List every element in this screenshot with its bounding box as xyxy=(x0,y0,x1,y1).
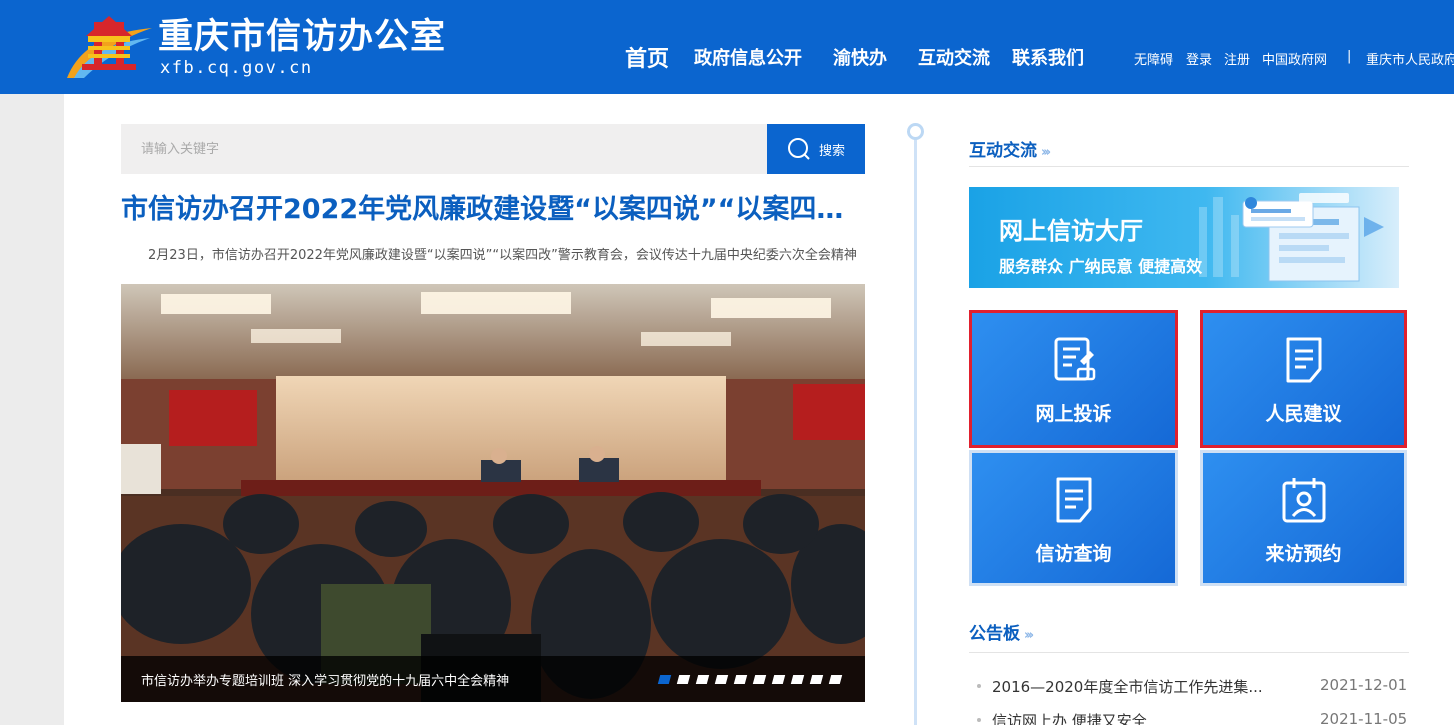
news-photo-carousel[interactable]: 市信访办举办专题培训班 深入学习贯彻党的十九届六中全会精神 xyxy=(121,284,865,702)
site-title: 重庆市信访办公室 xyxy=(158,17,447,57)
carousel-dot-2[interactable] xyxy=(676,675,691,684)
news-headline[interactable]: 市信访办召开2022年党风廉政建设暨“以案四说”“以案四改”警示教育会 xyxy=(121,190,865,230)
site-domain: xfb.cq.gov.cn xyxy=(160,58,313,78)
carousel-dot-3[interactable] xyxy=(695,675,710,684)
china-gov-link[interactable]: 中国政府网 xyxy=(1262,49,1327,68)
site-logo-icon[interactable] xyxy=(64,14,154,82)
accessibility-link[interactable]: 无障碍 xyxy=(1134,49,1173,68)
carousel-dot-7[interactable] xyxy=(771,675,786,684)
interaction-section-label: 互动交流 xyxy=(969,141,1037,161)
nav-item-gov-info[interactable]: 政府信息公开 xyxy=(694,44,802,70)
tile-label: 人民建议 xyxy=(1265,403,1342,425)
visit-appointment-tile[interactable]: 来访预约 xyxy=(1200,450,1407,586)
section-divider xyxy=(969,652,1409,653)
double-chevron-icon: ››› xyxy=(1041,145,1051,160)
nav-item-contact[interactable]: 联系我们 xyxy=(1012,44,1084,70)
site-header: 重庆市信访办公室 xfb.cq.gov.cn 首页 政府信息公开 渝快办 互动交… xyxy=(0,0,1454,94)
register-link[interactable]: 注册 xyxy=(1224,49,1250,68)
login-link[interactable]: 登录 xyxy=(1186,49,1212,68)
list-bullet xyxy=(977,684,981,688)
section-divider xyxy=(969,166,1409,167)
carousel-dot-8[interactable] xyxy=(790,675,805,684)
timeline-dot xyxy=(907,123,924,140)
header-divider: | xyxy=(1347,49,1352,64)
tile-label: 信访查询 xyxy=(1035,543,1112,565)
search-input[interactable] xyxy=(121,124,767,174)
tile-label: 网上投诉 xyxy=(1035,403,1112,425)
tile-label: 来访预约 xyxy=(1265,543,1342,565)
search-icon xyxy=(787,138,810,160)
list-bullet xyxy=(977,718,981,722)
notice-board-section-title[interactable]: 公告板 ››› xyxy=(969,619,1034,644)
cq-gov-link[interactable]: 重庆市人民政府 xyxy=(1366,49,1454,68)
petition-query-tile[interactable]: 信访查询 xyxy=(969,450,1178,586)
carousel-dot-5[interactable] xyxy=(733,675,748,684)
nav-item-interaction[interactable]: 互动交流 xyxy=(918,44,990,70)
online-petition-hall-banner[interactable]: 网上信访大厅 服务群众 广纳民意 便捷高效 xyxy=(969,187,1399,288)
double-chevron-icon: ››› xyxy=(1024,628,1034,643)
interaction-section-title[interactable]: 互动交流 ››› xyxy=(969,136,1051,161)
carousel-caption-bar: 市信访办举办专题培训班 深入学习贯彻党的十九届六中全会精神 xyxy=(121,656,865,702)
nav-item-home[interactable]: 首页 xyxy=(625,41,669,73)
notice-item-date: 2021-11-05 xyxy=(1320,710,1408,725)
timeline-line xyxy=(914,132,917,725)
meeting-photo xyxy=(121,284,865,702)
notice-item-date: 2021-12-01 xyxy=(1320,676,1408,694)
nav-item-yukuaiban[interactable]: 渝快办 xyxy=(833,44,887,70)
carousel-dot-10[interactable] xyxy=(828,675,843,684)
notice-item-title[interactable]: 2016—2020年度全市信访工作先进集... xyxy=(992,676,1263,697)
banner-title: 网上信访大厅 xyxy=(999,217,1143,245)
online-complaint-tile[interactable]: 网上投诉 xyxy=(969,310,1178,448)
notice-board-section-label: 公告板 xyxy=(969,624,1020,644)
news-summary: 2月23日，市信访办召开2022年党风廉政建设暨“以案四说”“以案四改”警示教育… xyxy=(148,248,857,263)
notice-item-title[interactable]: 信访网上办 便捷又安全 xyxy=(992,710,1147,725)
carousel-dot-4[interactable] xyxy=(714,675,729,684)
search-button[interactable]: 搜索 xyxy=(767,124,865,174)
people-suggestion-tile[interactable]: 人民建议 xyxy=(1200,310,1407,448)
carousel-dot-1[interactable] xyxy=(657,675,672,684)
appointment-calendar-icon xyxy=(1282,478,1325,523)
search-button-label: 搜索 xyxy=(818,143,845,159)
carousel-dot-6[interactable] xyxy=(752,675,767,684)
carousel-dots xyxy=(657,675,843,684)
complaint-doc-icon xyxy=(1054,337,1095,381)
suggestion-doc-icon xyxy=(1286,337,1321,383)
banner-subtitle: 服务群众 广纳民意 便捷高效 xyxy=(999,257,1203,276)
query-doc-icon xyxy=(1056,477,1091,523)
carousel-dot-9[interactable] xyxy=(809,675,824,684)
carousel-caption: 市信访办举办专题培训班 深入学习贯彻党的十九届六中全会精神 xyxy=(141,674,510,689)
